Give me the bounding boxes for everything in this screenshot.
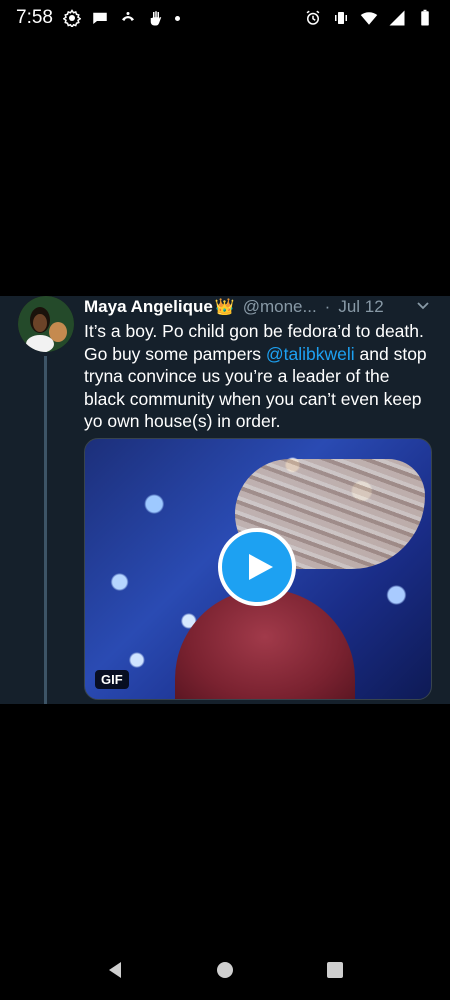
chat-bubble-icon xyxy=(91,9,109,27)
gif-badge: GIF xyxy=(95,670,129,689)
call-icon xyxy=(119,9,137,27)
wifi-icon xyxy=(360,9,378,27)
play-icon xyxy=(249,554,273,580)
settings-icon xyxy=(62,9,81,27)
back-button[interactable] xyxy=(103,958,127,982)
status-left: 7:58 xyxy=(16,7,180,29)
vibrate-icon xyxy=(332,9,350,27)
play-button[interactable] xyxy=(218,528,296,606)
recents-square-icon xyxy=(327,962,343,978)
home-circle-icon xyxy=(217,962,233,978)
tweet-date[interactable]: Jul 12 xyxy=(338,297,383,317)
status-bar: 7:58 xyxy=(0,0,450,36)
mention-link[interactable]: @talibkweli xyxy=(266,344,355,364)
nav-bar xyxy=(0,940,450,1000)
user-handle[interactable]: @mone... xyxy=(243,297,317,317)
gif-media[interactable]: GIF xyxy=(84,438,432,700)
separator: · xyxy=(324,297,331,316)
thread-line xyxy=(44,356,47,704)
tweet-text: It’s a boy. Po child gon be fedora’d to … xyxy=(84,320,434,433)
dot-icon xyxy=(174,15,180,21)
status-right xyxy=(304,9,434,27)
chevron-down-icon[interactable] xyxy=(416,298,430,312)
battery-icon xyxy=(416,9,434,27)
avatar[interactable] xyxy=(18,296,74,352)
home-button[interactable] xyxy=(213,958,237,982)
display-name[interactable]: Maya Angelique xyxy=(84,297,213,317)
status-time: 7:58 xyxy=(16,7,53,28)
hand-icon xyxy=(147,9,165,27)
tweet-header: Maya Angelique 👑 @mone... · Jul 12 xyxy=(84,296,430,318)
crown-emoji: 👑 xyxy=(214,299,235,316)
tweet-card[interactable]: Maya Angelique 👑 @mone... · Jul 12 It’s … xyxy=(0,296,450,704)
recents-button[interactable] xyxy=(323,958,347,982)
signal-icon xyxy=(388,9,406,27)
gif-frame-figure xyxy=(175,589,355,699)
alarm-icon xyxy=(304,9,322,27)
back-triangle-icon xyxy=(109,962,121,978)
